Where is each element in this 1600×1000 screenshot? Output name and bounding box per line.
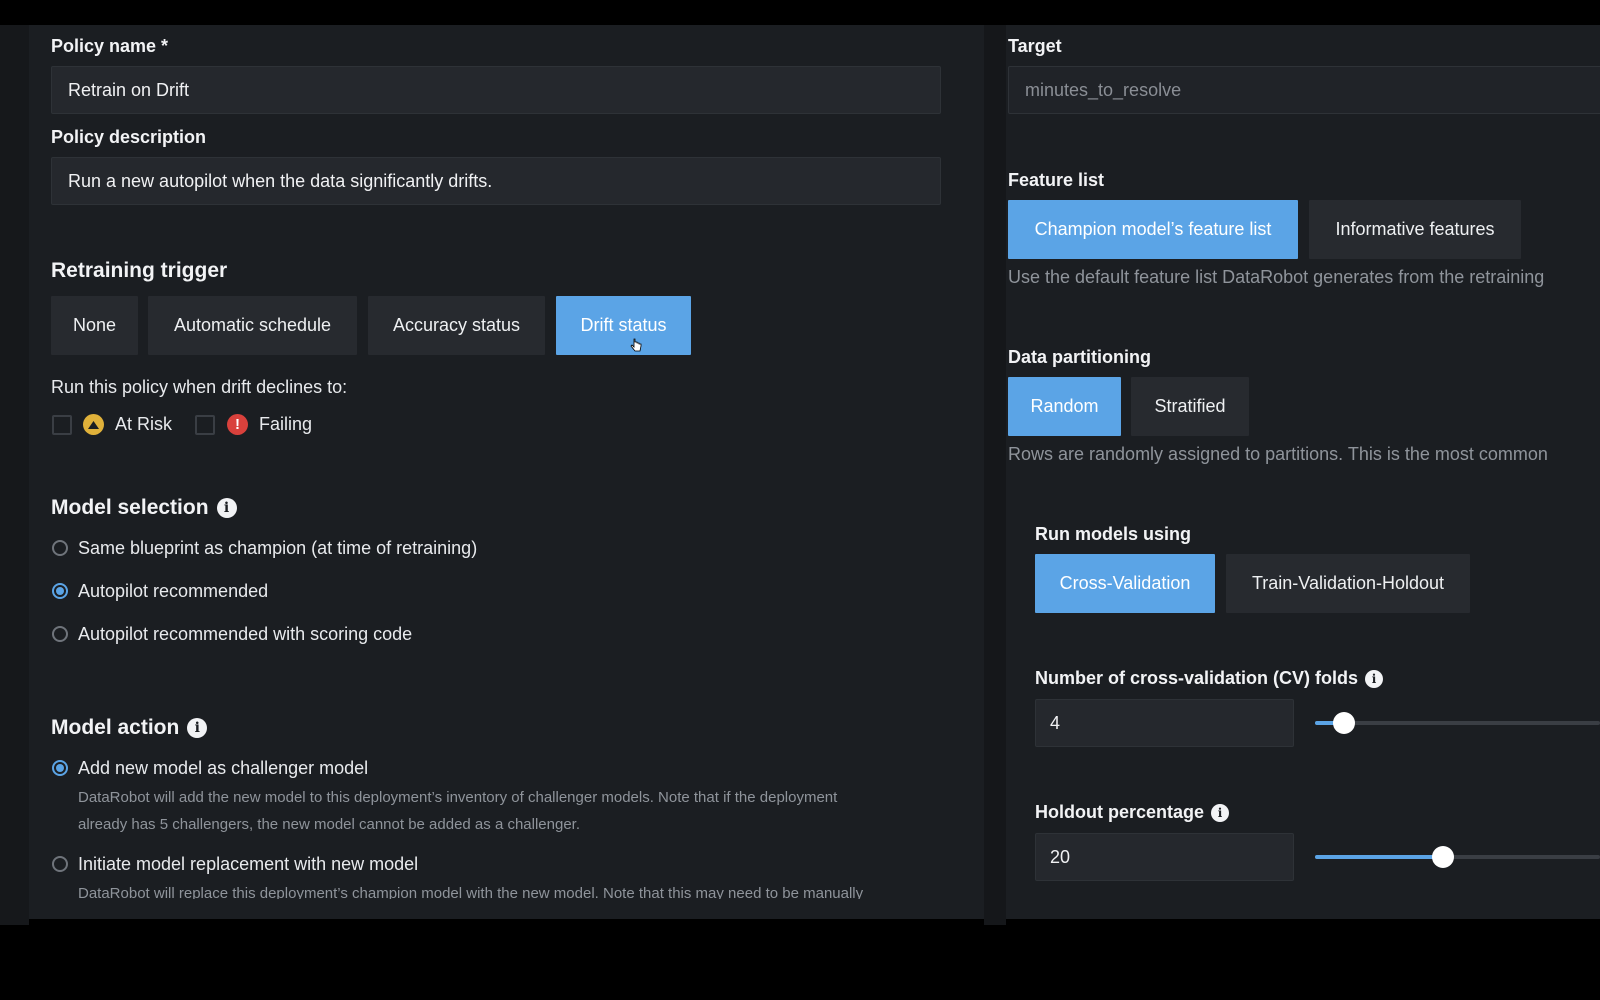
model-action-challenger-description: DataRobot will add the new model to this… xyxy=(78,789,838,833)
model-selection-scoring-code-label: Autopilot recommended with scoring code xyxy=(78,624,413,644)
model-action-replace-label: Initiate model replacement with new mode… xyxy=(78,854,419,874)
failing-label: Failing xyxy=(259,414,313,434)
holdout-percentage-input[interactable]: 20 xyxy=(1035,833,1294,881)
at-risk-checkbox[interactable] xyxy=(52,415,72,435)
data-partitioning-label: Data partitioning xyxy=(1008,347,1151,367)
left-gutter xyxy=(0,25,29,925)
failing-checkbox[interactable] xyxy=(195,415,215,435)
policy-name-label: Policy name * xyxy=(51,36,169,56)
hand-cursor-icon xyxy=(630,338,642,354)
run-models-cross-validation-button[interactable]: Cross-Validation xyxy=(1035,554,1215,613)
feature-list-champion-button[interactable]: Champion model’s feature list xyxy=(1008,200,1298,259)
cv-folds-slider-thumb[interactable] xyxy=(1333,712,1355,734)
holdout-slider[interactable] xyxy=(1315,843,1600,871)
failing-status-icon: ! xyxy=(227,414,248,435)
run-models-tvh-button[interactable]: Train-Validation-Holdout xyxy=(1226,554,1470,613)
target-label: Target xyxy=(1008,36,1062,56)
run-models-using-label: Run models using xyxy=(1035,524,1192,544)
feature-list-label: Feature list xyxy=(1008,170,1105,190)
model-action-replace-description: DataRobot will replace this deployment’s… xyxy=(78,885,864,899)
partitioning-random-button[interactable]: Random xyxy=(1008,377,1121,436)
trigger-drift-status-button[interactable]: Drift status xyxy=(556,296,691,355)
drift-condition-label: Run this policy when drift declines to: xyxy=(51,377,348,397)
partitioning-stratified-button[interactable]: Stratified xyxy=(1131,377,1249,436)
trigger-none-button[interactable]: None xyxy=(51,296,138,355)
retraining-trigger-title: Retraining trigger xyxy=(51,259,228,282)
model-action-replace-radio[interactable] xyxy=(52,856,68,872)
feature-list-help-text: Use the default feature list DataRobot g… xyxy=(1008,267,1545,287)
model-selection-info-icon[interactable]: i xyxy=(216,498,237,518)
panel-divider xyxy=(984,25,1006,925)
policy-name-input[interactable]: Retrain on Drift xyxy=(51,66,941,114)
target-input: minutes_to_resolve xyxy=(1008,66,1600,114)
policy-description-input[interactable]: Run a new autopilot when the data signif… xyxy=(51,157,941,205)
feature-list-informative-button[interactable]: Informative features xyxy=(1309,200,1521,259)
holdout-percentage-label: Holdout percentage i xyxy=(1035,802,1230,823)
cv-folds-input[interactable]: 4 xyxy=(1035,699,1294,747)
model-action-challenger-label: Add new model as challenger model xyxy=(78,758,369,778)
model-selection-same-blueprint-radio[interactable] xyxy=(52,540,68,556)
at-risk-label: At Risk xyxy=(115,414,173,434)
model-action-title: Model action i xyxy=(51,716,208,740)
cv-folds-label: Number of cross-validation (CV) folds i xyxy=(1035,668,1384,689)
cv-folds-slider[interactable] xyxy=(1315,709,1600,737)
trigger-automatic-schedule-button[interactable]: Automatic schedule xyxy=(148,296,357,355)
trigger-accuracy-status-button[interactable]: Accuracy status xyxy=(368,296,545,355)
holdout-slider-fill xyxy=(1315,855,1443,859)
model-selection-same-blueprint-label: Same blueprint as champion (at time of r… xyxy=(78,538,478,558)
data-partitioning-help-text: Rows are randomly assigned to partitions… xyxy=(1008,444,1548,464)
holdout-info-icon[interactable]: i xyxy=(1211,803,1230,822)
retraining-settings-panel: Target minutes_to_resolve Feature list C… xyxy=(1006,25,1600,919)
model-selection-scoring-code-radio[interactable] xyxy=(52,626,68,642)
model-selection-title: Model selection i xyxy=(51,496,237,520)
cv-folds-slider-track xyxy=(1315,721,1600,725)
holdout-slider-thumb[interactable] xyxy=(1432,846,1454,868)
model-action-challenger-radio[interactable] xyxy=(52,760,68,776)
policy-description-label: Policy description xyxy=(51,127,207,147)
at-risk-status-icon xyxy=(83,414,104,435)
cv-folds-info-icon[interactable]: i xyxy=(1365,669,1384,688)
model-action-info-icon[interactable]: i xyxy=(187,718,208,738)
model-selection-autopilot-label: Autopilot recommended xyxy=(78,581,269,601)
model-selection-autopilot-radio[interactable] xyxy=(52,583,68,599)
